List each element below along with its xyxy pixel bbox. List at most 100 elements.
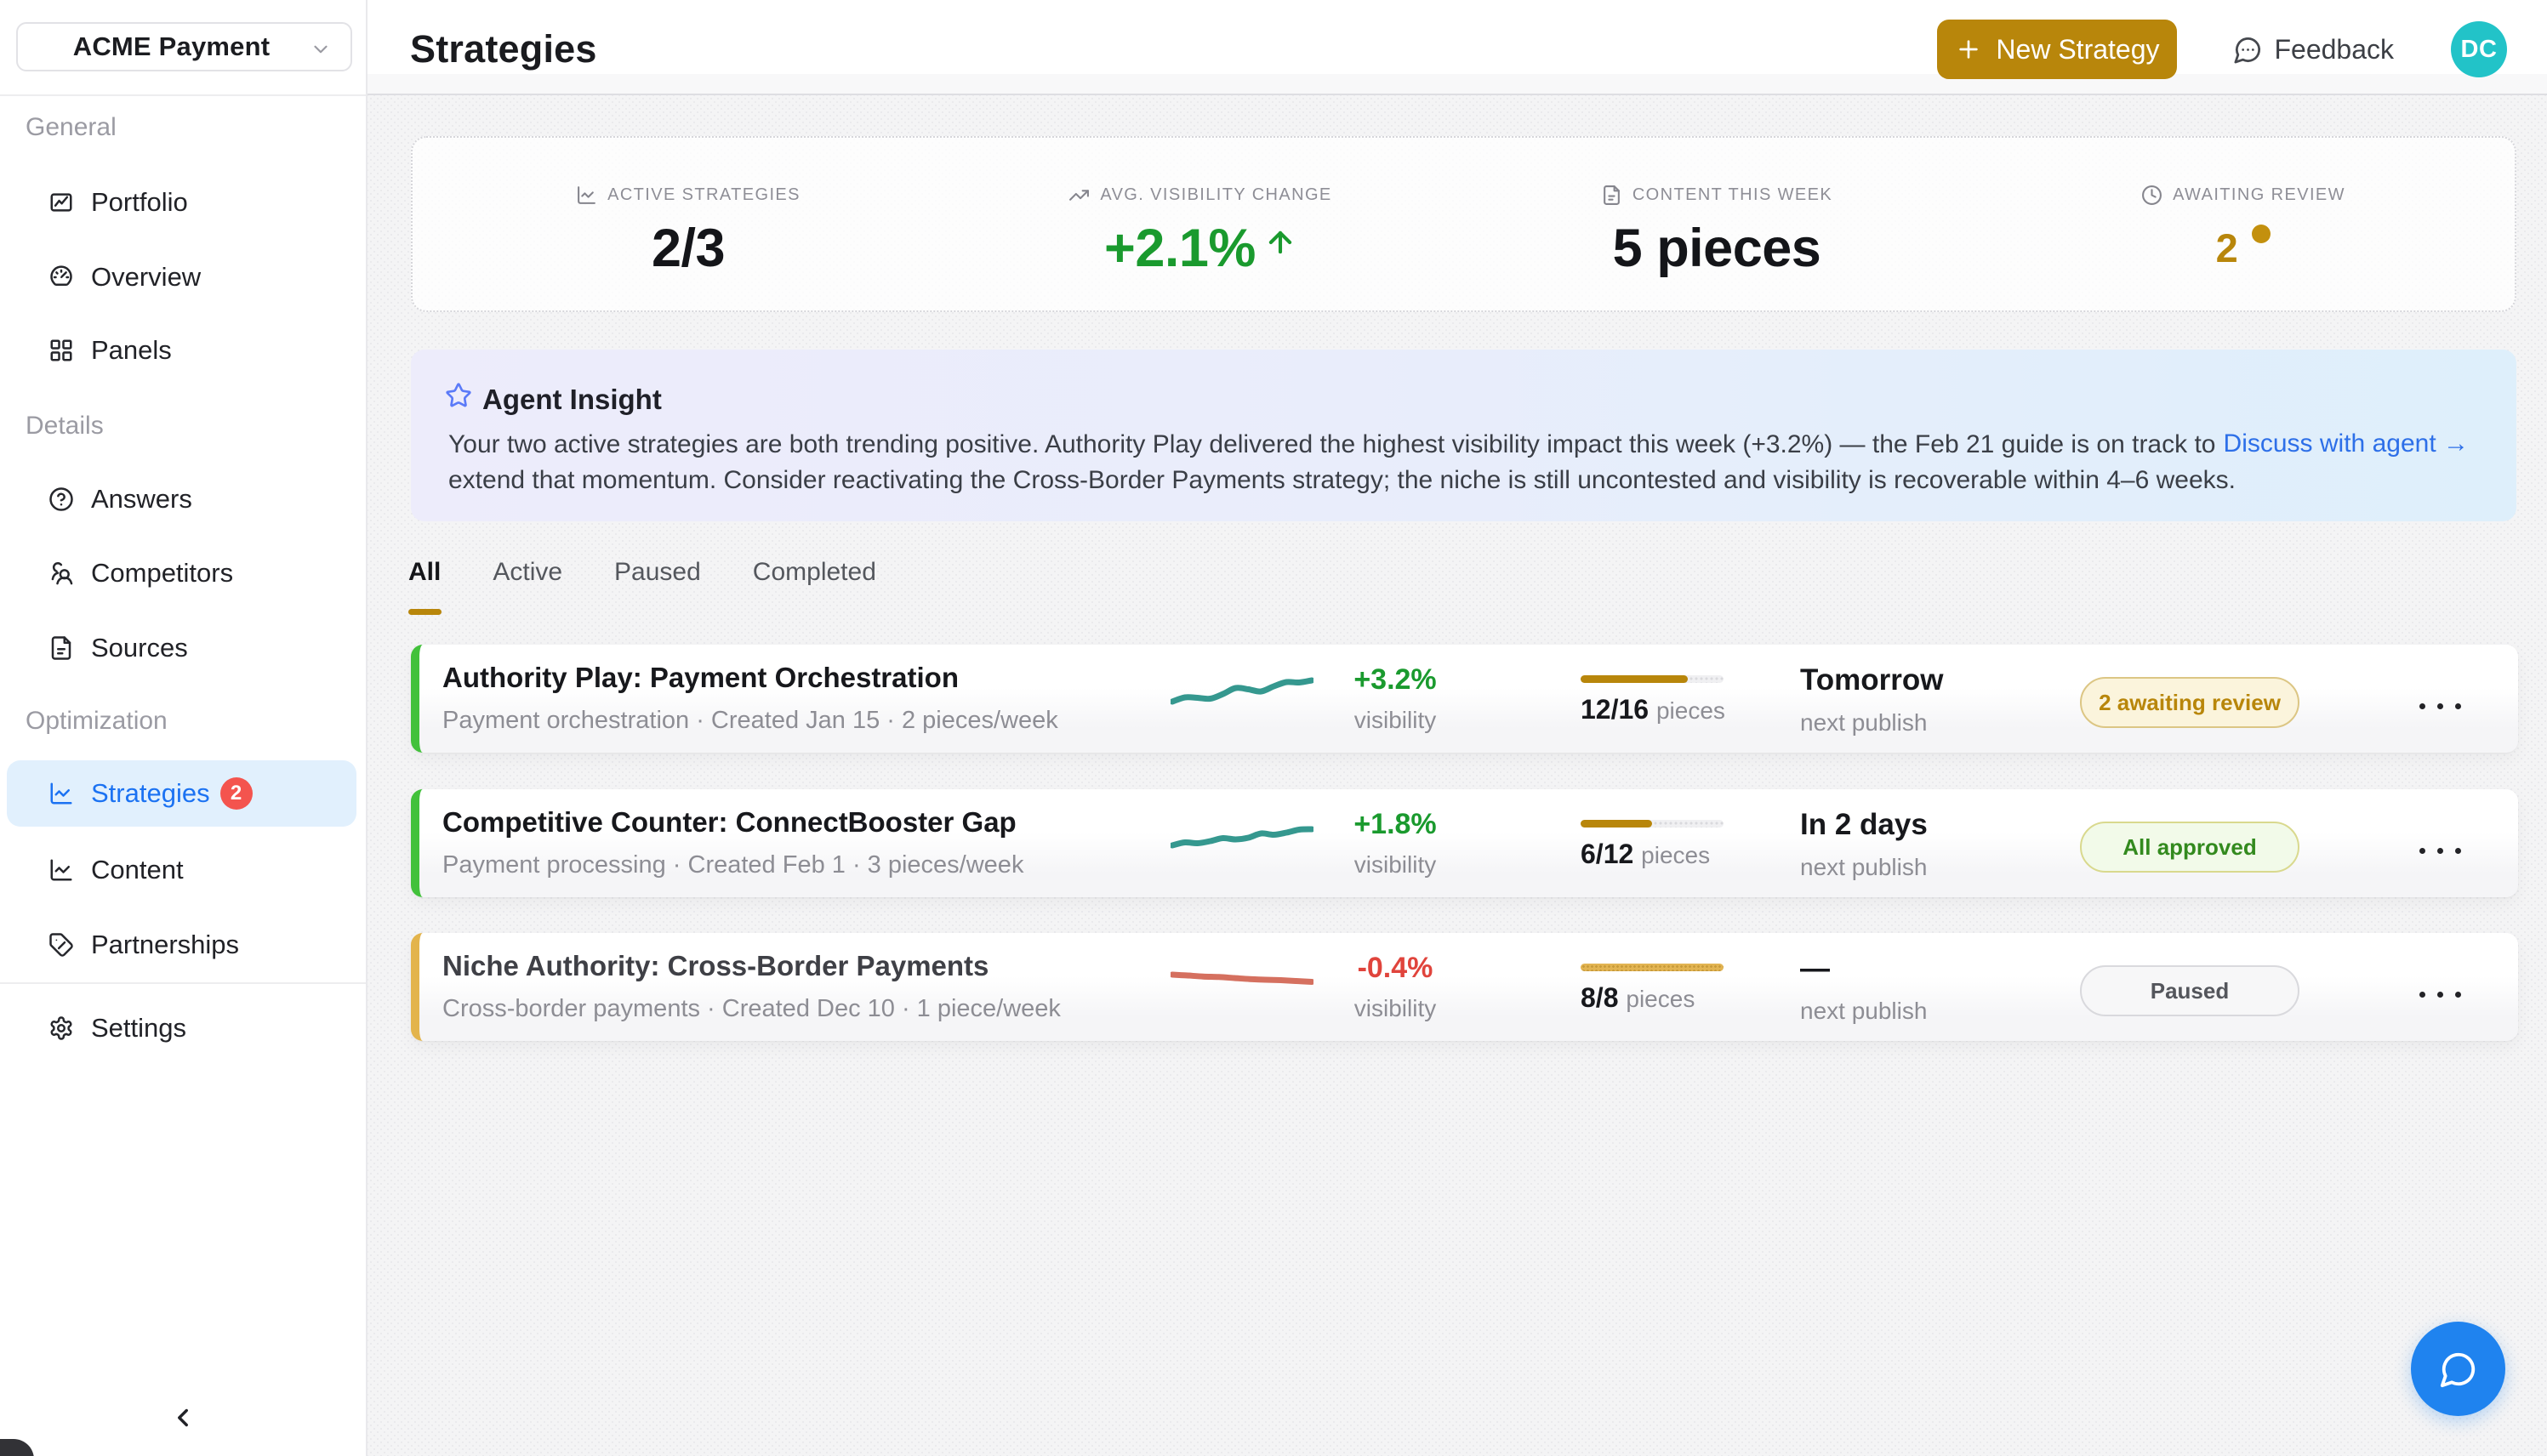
chat-fab-button[interactable]	[2411, 1322, 2505, 1416]
sidebar-item-label: Content	[91, 855, 184, 885]
menu-dot-icon	[2455, 848, 2461, 854]
insight-body: Your two active strategies are both tren…	[448, 427, 2252, 498]
status-badge[interactable]: 2 awaiting review	[2080, 677, 2299, 728]
strategy-title: Niche Authority: Cross-Border Payments	[442, 950, 989, 982]
chart-line-icon	[48, 857, 74, 883]
grid-icon	[48, 338, 74, 363]
chart-line-icon	[576, 185, 597, 206]
stat-value: 2/3	[652, 218, 725, 279]
visibility-change: -0.4%	[1304, 952, 1486, 985]
sidebar-item-content[interactable]: Content	[26, 837, 344, 903]
sidebar-item-competitors[interactable]: Competitors	[26, 540, 344, 606]
strategy-title: Competitive Counter: ConnectBooster Gap	[442, 806, 1017, 839]
pieces-progress-fill	[1581, 675, 1688, 683]
sparkline-chart	[1171, 820, 1313, 857]
sidebar-item-label: Settings	[91, 1013, 186, 1044]
sidebar-divider-bottom	[0, 982, 366, 984]
menu-dot-icon	[2437, 992, 2443, 998]
sidebar-item-answers[interactable]: Answers	[26, 466, 344, 532]
feedback-label: Feedback	[2274, 34, 2394, 65]
arrow-up-icon	[1264, 226, 1296, 259]
gauge-icon	[48, 264, 74, 290]
sidebar: ACME Payment General Portfolio Overview Pan…	[0, 0, 368, 1456]
sidebar-collapse-button[interactable]	[168, 1403, 197, 1432]
strategies-count-badge: 2	[220, 777, 253, 810]
sidebar-item-panels[interactable]: Panels	[26, 317, 344, 384]
pieces-count: 6/12 pieces	[1581, 839, 1710, 870]
next-publish-value: Tomorrow	[1800, 663, 1944, 697]
visibility-label: visibility	[1304, 851, 1486, 879]
stat-label-row: AWAITING REVIEW	[2141, 185, 2345, 206]
active-tab-underline	[408, 609, 442, 615]
strategy-title: Authority Play: Payment Orchestration	[442, 662, 959, 694]
help-circle-icon	[48, 486, 74, 512]
grid-icon	[48, 338, 74, 363]
discuss-with-agent-link[interactable]: Discuss with agent →	[2224, 429, 2469, 458]
strategy-card[interactable]: Competitive Counter: ConnectBooster GapP…	[411, 789, 2518, 897]
tab-all[interactable]: All	[408, 558, 441, 587]
stat-value-row: 2/3	[652, 218, 725, 279]
sidebar-item-label: Portfolio	[91, 187, 188, 218]
tab-active[interactable]: Active	[493, 558, 562, 587]
card-menu-button[interactable]	[2410, 797, 2470, 905]
file-icon	[48, 635, 74, 661]
sidebar-item-settings[interactable]: Settings	[26, 995, 344, 1061]
stat-label-row: ACTIVE STRATEGIES	[576, 185, 801, 206]
pieces-word: pieces	[1641, 842, 1710, 868]
nav-section-label: General	[26, 113, 117, 142]
sidebar-item-sources[interactable]: Sources	[26, 615, 344, 681]
pieces-progress-bar	[1581, 964, 1724, 971]
star-icon	[445, 382, 472, 409]
sidebar-item-strategies[interactable]: Strategies 2	[7, 760, 356, 827]
agent-insight-banner: Agent Insight Your two active strategies…	[411, 350, 2516, 521]
stat-awaiting-review: AWAITING REVIEW 2	[2031, 138, 2456, 310]
status-badge[interactable]: All approved	[2080, 822, 2299, 873]
stat-active-strategies: ACTIVE STRATEGIES 2/3	[476, 138, 901, 310]
card-menu-button[interactable]	[2410, 941, 2470, 1049]
menu-dot-icon	[2437, 703, 2443, 709]
nav-section-label: Details	[26, 412, 104, 441]
file-icon	[48, 635, 74, 661]
trending-up-icon	[1068, 185, 1090, 206]
sidebar-item-label: Strategies	[91, 778, 210, 809]
pieces-progress-fill	[1581, 820, 1652, 828]
topbar: Strategies New Strategy Feedback DC	[368, 0, 2547, 95]
portfolio-chart-icon	[48, 190, 74, 215]
avatar[interactable]: DC	[2451, 21, 2507, 77]
feedback-button[interactable]: Feedback	[2233, 34, 2394, 65]
tab-paused[interactable]: Paused	[614, 558, 701, 587]
stat-value-row: 5 pieces	[1613, 218, 1821, 279]
sparkline-chart	[1171, 675, 1313, 713]
stat-label: AWAITING REVIEW	[2173, 185, 2345, 205]
status-badge[interactable]: Paused	[2080, 965, 2299, 1016]
clock-icon	[2141, 185, 2162, 206]
visibility-label: visibility	[1304, 707, 1486, 734]
users-icon	[48, 560, 74, 586]
stat-label: AVG. VISIBILITY CHANGE	[1100, 185, 1331, 205]
menu-dot-icon	[2419, 848, 2425, 854]
tab-completed[interactable]: Completed	[753, 558, 876, 587]
sidebar-item-portfolio[interactable]: Portfolio	[26, 169, 344, 236]
pending-dot	[2252, 225, 2271, 243]
new-strategy-label: New Strategy	[1996, 34, 2159, 65]
message-dots-icon	[2233, 35, 2263, 65]
next-publish-label: next publish	[1800, 854, 1927, 881]
portfolio-chart-icon	[48, 190, 74, 215]
chart-line-icon	[48, 781, 74, 806]
workspace-selector[interactable]: ACME Payment	[16, 22, 352, 71]
strategy-card[interactable]: Niche Authority: Cross-Border PaymentsCr…	[411, 933, 2518, 1041]
next-publish-value: In 2 days	[1800, 808, 1928, 842]
menu-dot-icon	[2419, 703, 2425, 709]
strategy-card[interactable]: Authority Play: Payment OrchestrationPay…	[411, 645, 2518, 753]
chevron-left-icon	[168, 1403, 197, 1432]
new-strategy-button[interactable]: New Strategy	[1937, 20, 2177, 79]
sidebar-item-overview[interactable]: Overview	[26, 244, 344, 310]
stat-value: 2	[2216, 218, 2238, 279]
card-menu-button[interactable]	[2410, 652, 2470, 760]
visibility-label: visibility	[1304, 995, 1486, 1022]
sidebar-item-label: Answers	[91, 484, 192, 515]
gear-icon	[48, 1015, 74, 1041]
pieces-progress-bar	[1581, 675, 1724, 683]
clock-icon	[2141, 185, 2162, 206]
sidebar-item-partnerships[interactable]: Partnerships	[26, 912, 344, 978]
